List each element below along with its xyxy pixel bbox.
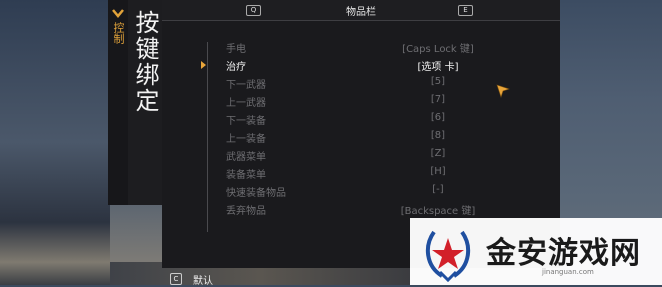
binding-action: 手电 xyxy=(226,44,246,55)
side-tab-label: 控制 xyxy=(112,22,125,44)
binding-row-heal[interactable]: 治疗 [选项 卡] xyxy=(201,56,508,74)
binding-action: 上一武器 xyxy=(226,98,266,109)
binding-key[interactable]: [Caps Lock 键] xyxy=(368,40,508,55)
binding-row-prev-weapon[interactable]: 上一武器 [7] xyxy=(208,92,508,110)
page-title: 按键绑定 xyxy=(131,10,159,114)
binding-row-drop-item[interactable]: 丢弃物品 [Backspace 键] xyxy=(208,200,508,218)
binding-row-quick-equip[interactable]: 快速装备物品 [-] xyxy=(208,182,508,200)
binding-key[interactable]: [Backspace 键] xyxy=(368,202,508,217)
selection-arrow-icon xyxy=(201,61,206,69)
chevron-down-icon xyxy=(112,9,124,18)
watermark-logo-icon xyxy=(425,230,471,282)
binding-row-prev-equipment[interactable]: 上一装备 [8] xyxy=(208,128,508,146)
mouse-cursor-icon xyxy=(496,84,510,98)
binding-key[interactable]: [选项 卡] xyxy=(368,58,508,73)
binding-action: 治疗 xyxy=(226,62,246,73)
binding-key[interactable]: [-] xyxy=(368,184,508,195)
binding-action: 下一武器 xyxy=(226,80,266,91)
next-category-key[interactable]: E xyxy=(458,5,473,16)
binding-action: 装备菜单 xyxy=(226,170,266,181)
binding-key[interactable]: [Z] xyxy=(368,148,508,159)
binding-key[interactable]: [8] xyxy=(368,130,508,141)
binding-row-equipment-menu[interactable]: 装备菜单 [H] xyxy=(208,164,508,182)
watermark-url: jinanguan.com xyxy=(542,268,594,276)
background-left xyxy=(0,0,110,285)
binding-key[interactable]: [6] xyxy=(368,112,508,123)
binding-row-next-equipment[interactable]: 下一装备 [6] xyxy=(208,110,508,128)
binding-key[interactable]: [5] xyxy=(368,76,508,87)
reset-defaults-button[interactable]: C 默认 xyxy=(165,270,245,287)
binding-key[interactable]: [7] xyxy=(368,94,508,105)
category-bar: Q 物品栏 E xyxy=(162,0,560,21)
side-tab-controls[interactable]: 控制 xyxy=(108,0,129,205)
binding-action: 丢弃物品 xyxy=(226,206,266,217)
binding-row-flashlight[interactable]: 手电 [Caps Lock 键] xyxy=(208,38,508,56)
category-title: 物品栏 xyxy=(346,7,376,18)
binding-action: 快速装备物品 xyxy=(226,188,286,199)
reset-key: C xyxy=(170,273,182,285)
binding-action: 下一装备 xyxy=(226,116,266,127)
binding-key[interactable]: [H] xyxy=(368,166,508,177)
binding-action: 上一装备 xyxy=(226,134,266,145)
binding-row-next-weapon[interactable]: 下一武器 [5] xyxy=(208,74,508,92)
watermark: 金安游戏网 jinanguan.com xyxy=(410,218,662,285)
watermark-brand: 金安游戏网 xyxy=(486,236,641,271)
binding-action: 武器菜单 xyxy=(226,152,266,163)
binding-row-weapon-menu[interactable]: 武器菜单 [Z] xyxy=(208,146,508,164)
page-title-panel: 按键绑定 xyxy=(128,0,163,205)
